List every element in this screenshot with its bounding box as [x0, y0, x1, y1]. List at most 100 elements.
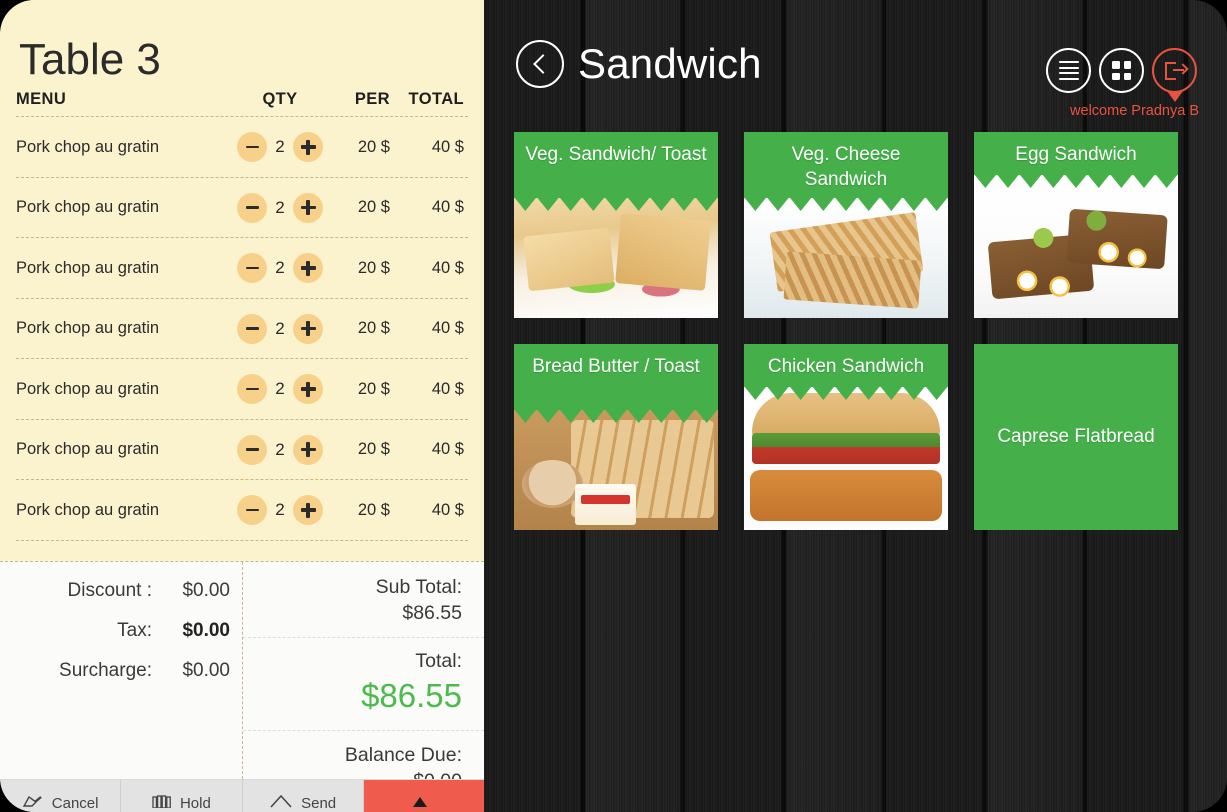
- chevron-left-icon: [532, 54, 553, 74]
- table-row[interactable]: Pork chop au gratin 2 20 $ 40 $: [16, 178, 468, 239]
- zigzag-divider: [514, 409, 718, 423]
- zigzag-divider: [514, 197, 718, 211]
- category-heading: Sandwich: [516, 40, 762, 88]
- table-row[interactable]: Pork chop au gratin 2 20 $ 40 $: [16, 117, 468, 178]
- order-item-name: Pork chop au gratin: [16, 137, 160, 156]
- order-item-total: 40 $: [431, 319, 464, 338]
- quantity-value: 2: [275, 258, 285, 278]
- list-view-button[interactable]: [1046, 48, 1091, 93]
- subtotal-label: Sub Total:: [375, 576, 462, 598]
- order-action-bar: Cancel Hold Send: [0, 779, 484, 812]
- order-item-total: 40 $: [431, 137, 464, 156]
- column-header-total: TOTAL: [408, 90, 464, 109]
- total-block: Total: $86.55: [243, 638, 484, 732]
- subtotal-block: Sub Total: $86.55: [243, 562, 484, 639]
- order-item-total: 40 $: [431, 258, 464, 277]
- order-item-total: 40 $: [431, 379, 464, 398]
- menu-panel: Sandwich welcome Pradnya B Veg. Sandwich…: [484, 0, 1227, 812]
- table-row[interactable]: Pork chop au gratin 2 20 $ 40 $: [16, 238, 468, 299]
- order-list-region[interactable]: Table 3 MENU QTY PER TOTAL Pork chop au …: [0, 0, 484, 561]
- adjustment-value: $0.00: [182, 580, 230, 601]
- cancel-label: Cancel: [51, 794, 99, 812]
- eraser-icon: [22, 794, 44, 812]
- decrease-quantity-button[interactable]: [237, 192, 267, 223]
- adjustment-value: $0.00: [182, 660, 230, 681]
- order-item-total: 40 $: [431, 440, 464, 459]
- menu-tile-grid: Veg. Sandwich/ Toast Veg. Cheese Sandwich…: [484, 126, 1227, 530]
- menu-item-tile[interactable]: Bread Butter / Toast: [514, 344, 718, 530]
- welcome-message: welcome Pradnya B: [1070, 103, 1199, 119]
- table-row[interactable]: Pork chop au gratin 2 20 $ 40 $: [16, 420, 468, 481]
- table-row[interactable]: Pork chop au gratin 2 20 $ 40 $: [16, 299, 468, 360]
- quantity-value: 2: [275, 197, 285, 217]
- menu-item-tile[interactable]: Caprese Flatbread: [974, 344, 1178, 530]
- increase-quantity-button[interactable]: [293, 192, 323, 223]
- hold-button[interactable]: Hold: [121, 780, 243, 812]
- quantity-value: 2: [275, 379, 285, 399]
- decrease-quantity-button[interactable]: [237, 374, 267, 405]
- quantity-stepper: 2: [232, 313, 328, 344]
- adjustment-value: $0.00: [182, 620, 230, 641]
- send-button[interactable]: Send: [242, 780, 364, 812]
- zigzag-divider: [744, 197, 948, 211]
- back-button[interactable]: [516, 40, 564, 88]
- quantity-value: 2: [275, 500, 285, 520]
- increase-quantity-button[interactable]: [293, 434, 323, 465]
- order-item-unit-price: 20 $: [357, 440, 390, 459]
- adjustment-row: Discount : $0.00: [0, 580, 230, 620]
- menu-item-tile[interactable]: Veg. Sandwich/ Toast: [514, 132, 718, 318]
- order-rows: Pork chop au gratin 2 20 $40 $ Pork chop au…: [16, 117, 468, 541]
- menu-item-tile[interactable]: Egg Sandwich: [974, 132, 1178, 318]
- increase-quantity-button[interactable]: [293, 374, 323, 405]
- quantity-value: 2: [275, 137, 285, 157]
- order-item-unit-price: 20 $: [357, 319, 390, 338]
- decrease-quantity-button[interactable]: [237, 495, 267, 526]
- order-item-name: Pork chop au gratin: [16, 258, 160, 277]
- cancel-button[interactable]: Cancel: [0, 780, 122, 812]
- grid-view-button[interactable]: [1099, 48, 1144, 93]
- menu-item-photo: [514, 197, 718, 318]
- increase-quantity-button[interactable]: [293, 132, 323, 163]
- increase-quantity-button[interactable]: [293, 495, 323, 526]
- order-item-total: 40 $: [431, 500, 464, 519]
- order-totals: Discount : $0.00 Tax: $0.00 Surcharge: $0.00 …: [0, 561, 484, 792]
- order-item-name: Pork chop au gratin: [16, 440, 160, 459]
- zigzag-divider: [974, 174, 1178, 188]
- list-view-icon: [1058, 60, 1079, 81]
- category-title: Sandwich: [578, 40, 762, 87]
- total-label: Total:: [415, 650, 462, 673]
- logout-button[interactable]: [1152, 48, 1197, 93]
- send-icon: [269, 794, 293, 812]
- menu-item-tile[interactable]: Veg. Cheese Sandwich: [744, 132, 948, 318]
- menu-item-label: Egg Sandwich: [1015, 144, 1137, 165]
- quantity-stepper: 2: [232, 434, 328, 465]
- increase-quantity-button[interactable]: [293, 313, 323, 344]
- total-value: $86.55: [361, 677, 462, 715]
- logout-icon: [1164, 61, 1189, 80]
- menu-item-photo: [744, 197, 948, 318]
- quantity-value: 2: [275, 439, 285, 459]
- adjustment-row: Surcharge: $0.00: [0, 660, 230, 700]
- quantity-stepper: 2: [232, 192, 328, 223]
- decrease-quantity-button[interactable]: [237, 132, 267, 163]
- order-item-unit-price: 20 $: [357, 258, 390, 277]
- decrease-quantity-button[interactable]: [237, 253, 267, 284]
- order-column-headers: MENU QTY PER TOTAL: [16, 90, 468, 118]
- menu-item-photo: [974, 174, 1178, 318]
- order-item-unit-price: 20 $: [357, 198, 390, 217]
- decrease-quantity-button[interactable]: [237, 434, 267, 465]
- menu-item-label: Chicken Sandwich: [767, 356, 925, 377]
- quantity-value: 2: [275, 318, 285, 338]
- order-item-unit-price: 20 $: [357, 500, 390, 519]
- menu-item-photo: [744, 386, 948, 530]
- increase-quantity-button[interactable]: [293, 253, 323, 284]
- adjustment-label: Surcharge:: [59, 660, 152, 681]
- table-row[interactable]: Pork chop au gratin 2 20 $ 40 $: [16, 480, 468, 541]
- menu-item-tile[interactable]: Chicken Sandwich: [744, 344, 948, 530]
- menu-item-photo: [514, 409, 718, 530]
- order-panel: Table 3 MENU QTY PER TOTAL Pork chop au …: [0, 0, 484, 812]
- table-row[interactable]: Pork chop au gratin 2 20 $ 40 $: [16, 359, 468, 420]
- decrease-quantity-button[interactable]: [237, 313, 267, 344]
- order-item-name: Pork chop au gratin: [16, 379, 160, 398]
- pay-button[interactable]: [363, 780, 484, 812]
